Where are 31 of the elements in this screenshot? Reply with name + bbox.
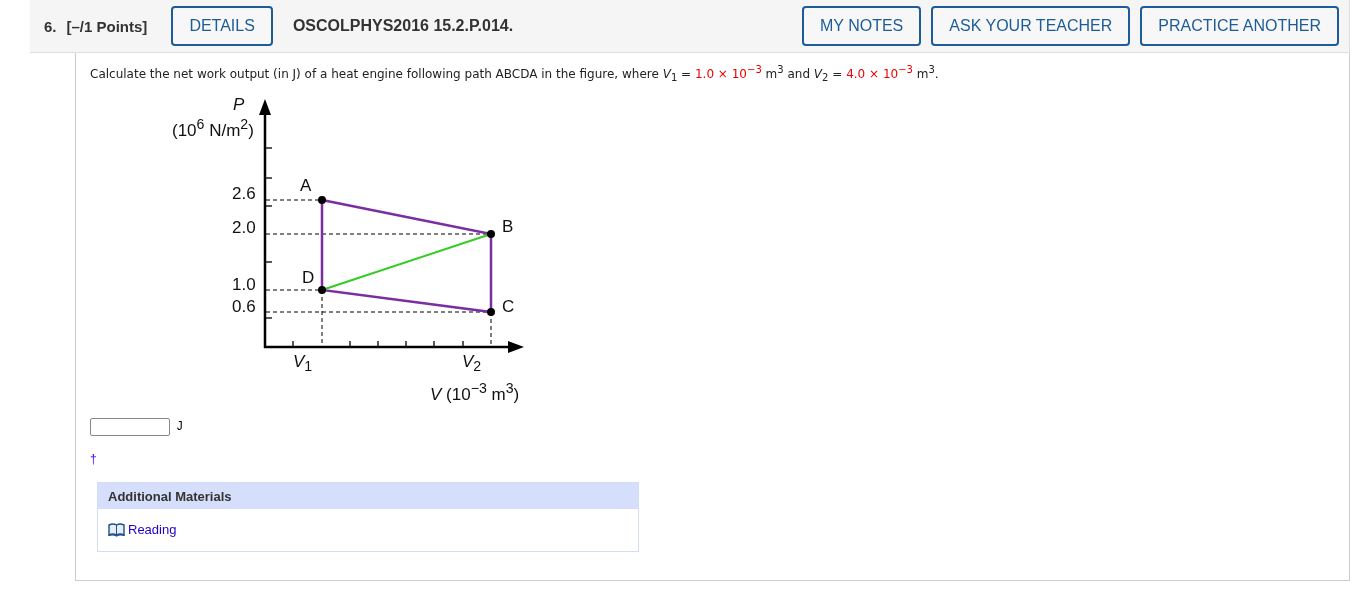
points-label: [–/1 Points]	[66, 17, 148, 35]
panel-title: Additional Materials	[98, 483, 638, 510]
dagger-mark: †	[90, 452, 97, 467]
header-button[interactable]: ASK YOUR TEACHER	[931, 6, 1131, 46]
tick-label: 2.0	[232, 219, 256, 237]
question-text: Calculate the net work output (in J) of a heat engine following path ABCDA in the figure, where V$_{1}$ = 1.0 × 10$^{−3}$ m$^{3}$ and V$_{2}$ = 4.0 × 10$^{−3}$ m$^{3}$.	[90, 63, 940, 86]
point-label: C	[502, 298, 515, 316]
header-button[interactable]: MY NOTES	[802, 6, 922, 46]
header-button[interactable]: PRACTICE ANOTHER	[1140, 6, 1339, 46]
tick-label: V$_{2}$	[462, 353, 482, 374]
question-code: OSCOLPHYS2016 15.2.P.014.	[292, 17, 515, 35]
book-icon	[108, 522, 125, 537]
axis-unit: (10$^{6}$ N/m$^{2}$)	[172, 117, 254, 140]
point-dot	[487, 230, 495, 239]
answer-field[interactable]	[90, 418, 170, 437]
point-dot	[487, 308, 495, 317]
point-label: D	[302, 269, 315, 287]
question-number: 6.	[44, 17, 57, 35]
point-label: A	[300, 177, 312, 195]
point-dot	[318, 286, 326, 295]
unit-label: J	[176, 420, 184, 435]
tick-label: 0.6	[232, 298, 256, 316]
tick-label: V$_{1}$	[293, 353, 313, 374]
reading-link[interactable]: Reading	[128, 522, 177, 538]
axis-label: V (10$^{−3}$ m$^{3}$)	[430, 381, 520, 404]
details-button[interactable]: DETAILS	[171, 6, 273, 46]
axis-label: P	[233, 96, 245, 114]
tick-label: 1.0	[232, 276, 256, 294]
point-label: B	[502, 218, 514, 236]
tick-label: 2.6	[232, 185, 256, 203]
point-dot	[318, 196, 326, 205]
